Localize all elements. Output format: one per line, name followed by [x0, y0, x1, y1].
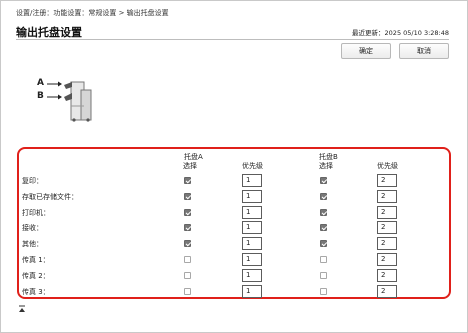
- tray-settings-panel: 托盘A 选择 优先级 托盘B 选择 优先级 复印： 1 2 存取已存储文件： 1 2 打印机…: [17, 147, 451, 299]
- tray-a-select-checkbox[interactable]: [184, 192, 191, 200]
- tray-a-priority-field[interactable]: 1: [242, 174, 262, 187]
- tray-b-select-header: 选择: [319, 162, 333, 170]
- finisher-output-trays-icon: A B: [37, 78, 93, 124]
- tray-a-select-checkbox[interactable]: [184, 256, 191, 263]
- tray-b-priority-field[interactable]: 2: [377, 253, 397, 266]
- ok-button[interactable]: 确定: [341, 43, 391, 59]
- tray-b-select-checkbox[interactable]: [320, 192, 327, 200]
- tray-a-select-header: 选择: [183, 162, 197, 170]
- row-label: 接收：: [22, 224, 43, 233]
- table-row: 接收： 1 2: [19, 221, 449, 235]
- tray-b-select-checkbox[interactable]: [320, 208, 327, 216]
- tray-b-priority-field[interactable]: 2: [377, 268, 397, 282]
- page-title: 输出托盘设置: [16, 26, 82, 39]
- tray-a-priority-field[interactable]: 1: [242, 253, 262, 266]
- collapse-icon[interactable]: [18, 305, 26, 313]
- tray-a-priority-field[interactable]: 1: [242, 221, 262, 235]
- tray-b-select-checkbox[interactable]: [320, 271, 327, 279]
- tray-a-priority-header: 优先级: [242, 162, 263, 170]
- settings-window: 设置/注册：功能设置：常规设置 > 输出托盘设置 输出托盘设置 最近更新：202…: [0, 0, 468, 333]
- table-row: 存取已存储文件： 1 2: [19, 189, 449, 204]
- row-label: 传真 2：: [22, 271, 50, 280]
- table-row: 复印： 1 2: [19, 174, 449, 188]
- title-divider: [16, 39, 449, 40]
- tray-a-priority-field[interactable]: 1: [242, 205, 262, 219]
- tray-b-select-checkbox[interactable]: [320, 177, 327, 184]
- tray-b-select-checkbox[interactable]: [320, 224, 327, 232]
- tray-b-priority-field[interactable]: 2: [377, 221, 397, 235]
- tray-b-select-checkbox[interactable]: [320, 256, 327, 263]
- table-row: 其他： 1 2: [19, 237, 449, 251]
- row-label: 传真 1：: [22, 256, 50, 264]
- tray-a-select-checkbox[interactable]: [184, 224, 191, 232]
- tray-a-priority-field[interactable]: 1: [242, 189, 262, 203]
- table-row: 传真 3： 1 2: [19, 284, 449, 299]
- tray-b-priority-field[interactable]: 2: [377, 189, 397, 203]
- tray-a-priority-field[interactable]: 1: [242, 268, 262, 282]
- row-label: 打印机：: [22, 208, 50, 217]
- tray-a-select-checkbox[interactable]: [184, 177, 191, 184]
- table-row: 传真 1： 1 2: [19, 253, 449, 267]
- tray-a-select-checkbox[interactable]: [184, 287, 191, 295]
- last-updated-timestamp: 最近更新：2025 05/10 3:28:48: [352, 29, 449, 37]
- tray-b-priority-header: 优先级: [377, 162, 398, 170]
- table-row: 传真 2： 1 2: [19, 268, 449, 283]
- tray-a-priority-field[interactable]: 1: [242, 237, 262, 251]
- tray-a-select-checkbox[interactable]: [184, 271, 191, 279]
- row-label: 复印：: [22, 177, 43, 185]
- tray-b-priority-field[interactable]: 2: [377, 174, 397, 187]
- tray-b-select-checkbox[interactable]: [320, 287, 327, 295]
- tray-a-priority-field[interactable]: 1: [242, 284, 262, 298]
- table-row: 打印机： 1 2: [19, 205, 449, 220]
- tray-a-select-checkbox[interactable]: [184, 208, 191, 216]
- tray-b-priority-field[interactable]: 2: [377, 237, 397, 251]
- finisher-diagram-icon: [47, 81, 92, 122]
- row-label: 传真 3：: [22, 287, 50, 296]
- cancel-button[interactable]: 取消: [399, 43, 449, 59]
- tray-b-select-checkbox[interactable]: [320, 240, 327, 248]
- row-label: 存取已存储文件：: [22, 192, 78, 201]
- breadcrumb: 设置/注册：功能设置：常规设置 > 输出托盘设置: [16, 9, 169, 17]
- row-label: 其他：: [22, 240, 43, 249]
- tray-b-priority-field[interactable]: 2: [377, 205, 397, 219]
- tray-b-priority-field[interactable]: 2: [377, 284, 397, 298]
- tray-a-select-checkbox[interactable]: [184, 240, 191, 248]
